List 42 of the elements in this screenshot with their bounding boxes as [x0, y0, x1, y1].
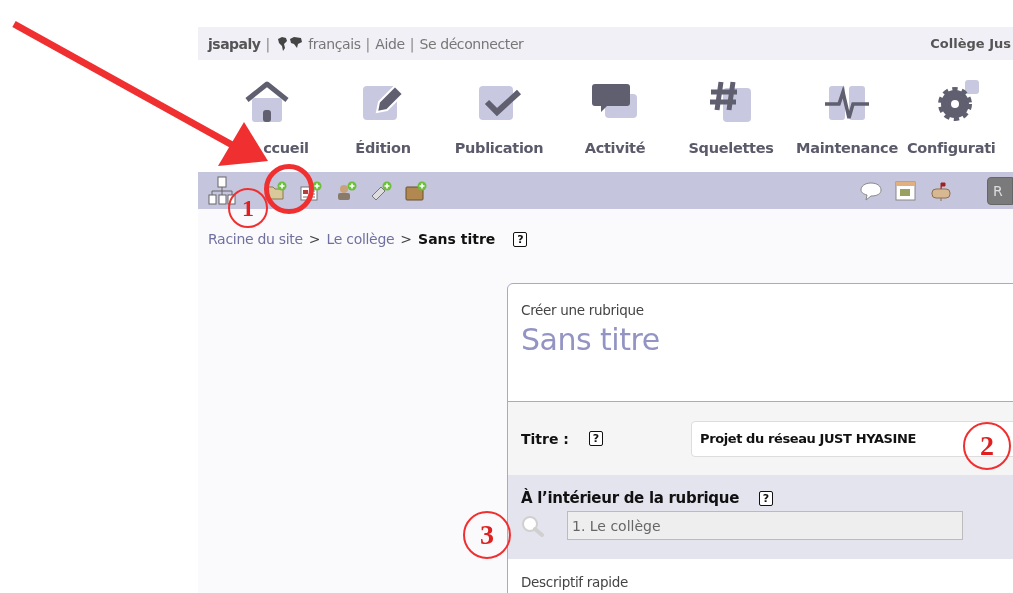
step-number: 2	[963, 422, 1011, 470]
calendar-icon[interactable]	[895, 180, 917, 201]
field-label: Titre :	[521, 430, 569, 447]
breadcrumb-link[interactable]: Racine du site	[208, 231, 303, 247]
step-number: 1	[228, 188, 268, 228]
box-add-icon[interactable]	[405, 180, 427, 201]
breadcrumb-separator: >	[400, 231, 413, 247]
mailbox-icon[interactable]	[930, 180, 952, 201]
field-label: Descriptif rapide	[521, 574, 629, 590]
article-add-icon[interactable]	[300, 180, 322, 201]
user-add-icon[interactable]	[335, 180, 357, 201]
separator: |	[265, 35, 271, 52]
form-subtitle: Créer une rubrique	[521, 302, 645, 318]
highlight-ring	[264, 164, 314, 214]
user-name[interactable]: jsapaly	[208, 35, 261, 52]
help-icon[interactable]: ?	[759, 490, 773, 506]
help-icon[interactable]: ?	[513, 231, 528, 247]
separator: |	[365, 35, 371, 52]
site-map-icon[interactable]	[208, 175, 236, 206]
separator: |	[409, 35, 415, 52]
nav-item[interactable]: ccueil	[209, 60, 325, 172]
form-title: Sans titre	[521, 322, 661, 357]
speech-bubble-icon[interactable]	[860, 180, 882, 201]
tag-add-icon[interactable]	[370, 180, 392, 201]
nav-item[interactable]: Publication	[441, 60, 557, 172]
nav-item[interactable]: Configurati	[905, 60, 1013, 172]
site-name[interactable]: Collège Jus	[930, 36, 1011, 51]
nav-item[interactable]: Maintenance	[789, 60, 905, 172]
step-number: 3	[463, 511, 511, 559]
world-map-icon	[277, 35, 304, 52]
help-icon[interactable]: ?	[588, 431, 603, 446]
breadcrumb-current: Sans titre	[418, 231, 496, 247]
nav-item[interactable]: Édition	[325, 60, 441, 172]
header-link[interactable]: Aide	[375, 35, 405, 52]
parent-field[interactable]: 1. Le collège	[567, 511, 963, 540]
nav-item[interactable]: Activité	[557, 60, 673, 172]
breadcrumb-separator: >	[308, 231, 321, 247]
header-link[interactable]: Se déconnecter	[419, 35, 524, 52]
field-label: À l’intérieur de la rubrique	[521, 489, 739, 507]
language-link[interactable]: français	[308, 35, 361, 52]
breadcrumb-link[interactable]: Le collège	[326, 231, 395, 247]
nav-item[interactable]: Squelettes	[673, 60, 789, 172]
